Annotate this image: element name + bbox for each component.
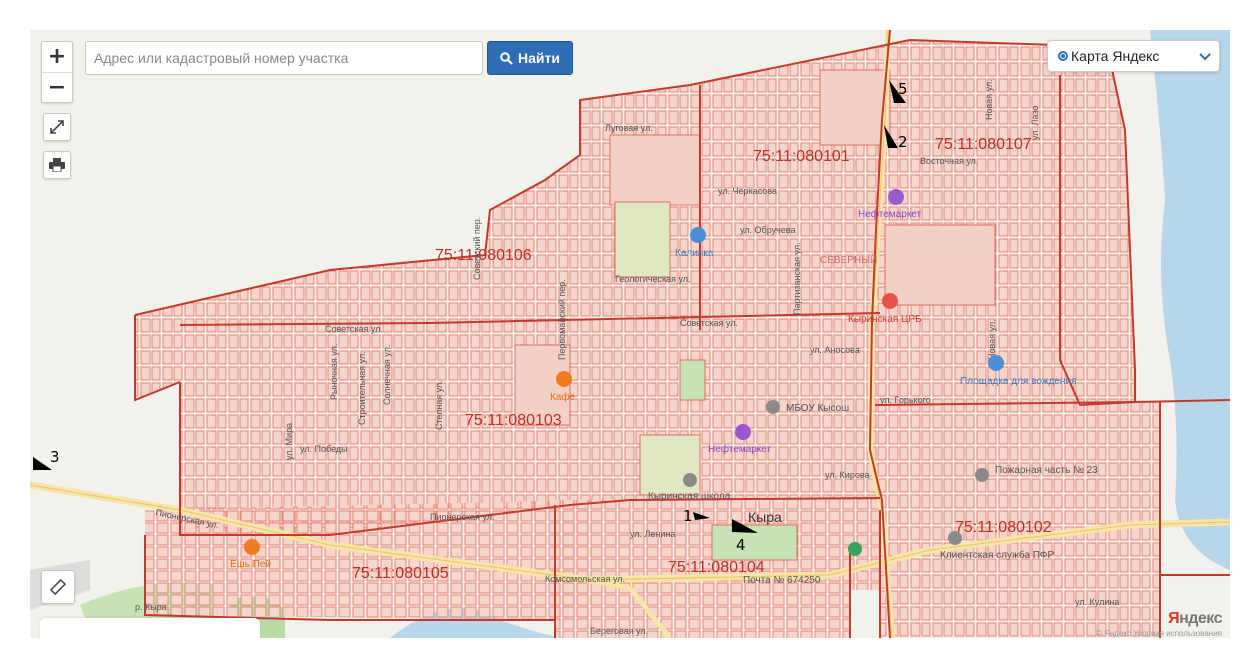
map-base: 75:11:080101 75:11:080107 75:11:080106 7… xyxy=(30,30,1230,638)
search-button-label: Найти xyxy=(518,50,560,66)
street-label: Рыночная ул. xyxy=(329,344,339,400)
fuel-icon xyxy=(735,424,751,440)
fuel-icon xyxy=(888,189,904,205)
cafe-icon xyxy=(244,539,260,555)
print-button[interactable] xyxy=(43,151,71,179)
street-label: Новая ул. xyxy=(987,319,997,360)
street-label: ул. Ленина xyxy=(630,529,675,539)
street-label: Пионерская ул. xyxy=(430,512,495,522)
street-label: Советский пер. xyxy=(472,217,482,280)
svg-text:Клиентская служба ПФР: Клиентская служба ПФР xyxy=(940,549,1055,561)
cadastral-label: 75:11:080102 xyxy=(955,519,1052,536)
cafe-icon xyxy=(556,371,572,387)
stadium-lot xyxy=(614,201,671,278)
school-icon xyxy=(683,473,697,487)
cadastral-label: 75:11:080104 xyxy=(668,559,765,576)
street-label: Солнечная ул. xyxy=(382,345,392,405)
cadastral-label: 75:11:080106 xyxy=(435,247,532,264)
street-label: ул. Аносова xyxy=(810,345,860,355)
svg-text:Площадка для вождения: Площадка для вождения xyxy=(960,376,1076,387)
large-lot xyxy=(609,134,701,206)
settlement-label: Кыра xyxy=(748,509,782,525)
svg-text:Кыринская школа: Кыринская школа xyxy=(648,491,731,502)
svg-text:Нефтемаркет: Нефтемаркет xyxy=(858,208,922,220)
office-icon xyxy=(948,531,962,545)
ruler-icon xyxy=(50,579,66,595)
river-water xyxy=(1150,30,1230,570)
search-input[interactable] xyxy=(85,41,483,75)
cadastral-label: 75:11:080103 xyxy=(465,412,562,429)
map-canvas[interactable]: 75:11:080101 75:11:080107 75:11:080106 7… xyxy=(30,30,1230,638)
street-label: ул. Черкасова xyxy=(718,186,777,196)
street-label: Геологическая ул. xyxy=(615,274,691,284)
street-label: ул. Мира xyxy=(284,423,294,460)
street-label: Луговая ул. xyxy=(605,123,653,133)
street-label: ул. Кулина xyxy=(1075,597,1119,607)
zoom-out-button[interactable]: − xyxy=(42,71,72,103)
street-label: ул. Горького xyxy=(880,395,931,405)
cadastral-label: 75:11:080101 xyxy=(753,148,850,165)
svg-text:2: 2 xyxy=(898,133,908,151)
svg-text:Кафе: Кафе xyxy=(550,391,576,403)
street-label: ул. Обручева xyxy=(740,225,796,235)
cadastral-label: 75:11:080107 xyxy=(935,136,1032,153)
expand-icon xyxy=(50,120,64,134)
street-label: ул. Лазо xyxy=(1030,106,1040,140)
street-label: Советская ул. xyxy=(325,324,383,334)
search-icon xyxy=(500,51,513,65)
yandex-logo: Яндекс xyxy=(1168,610,1222,627)
search-button[interactable]: Найти xyxy=(487,41,573,75)
svg-text:Кыринская ЦРБ: Кыринская ЦРБ xyxy=(848,314,922,325)
large-lot xyxy=(884,224,996,306)
svg-text:МБОУ Кысош: МБОУ Кысош xyxy=(786,403,849,414)
point-marker: 3 xyxy=(33,448,60,470)
fullscreen-button[interactable] xyxy=(43,113,71,141)
svg-text:Почта № 674250: Почта № 674250 xyxy=(743,575,821,586)
radio-selected-icon xyxy=(1058,51,1068,61)
school-icon xyxy=(766,400,780,414)
cadastral-label: 75:11:080105 xyxy=(352,565,449,582)
chevron-down-icon xyxy=(1199,48,1211,64)
svg-text:5: 5 xyxy=(898,80,908,98)
large-lot xyxy=(819,69,891,146)
street-label: Советская ул. xyxy=(680,318,738,328)
map-layer-select[interactable]: Карта Яндекс xyxy=(1047,40,1220,72)
copyright-text[interactable]: © Яндекс Условия использования xyxy=(1096,629,1222,638)
street-label: ул. Победы xyxy=(300,444,348,454)
street-label: Первомайский пер. xyxy=(557,279,567,360)
street-label: Степная ул. xyxy=(434,380,444,430)
printer-icon xyxy=(49,158,65,172)
svg-text:Ешь Пей: Ешь Пей xyxy=(230,559,271,570)
street-label: Строительная ул. xyxy=(357,351,367,425)
square-lot xyxy=(711,524,798,561)
hospital-icon xyxy=(882,293,898,309)
street-label: Новая ул. xyxy=(984,79,994,120)
svg-text:Нефтемаркет: Нефтемаркет xyxy=(708,443,772,455)
street-label: Комсомольская ул. xyxy=(545,574,625,584)
green-lot xyxy=(679,359,706,401)
post-icon xyxy=(848,542,862,556)
street-label: Береговая ул. xyxy=(590,626,648,636)
street-label: Партизанская ул. xyxy=(792,242,802,315)
district-label: СЕВЕРНЫЙ xyxy=(820,253,877,266)
shop-icon xyxy=(690,227,706,243)
street-label: ул. Кирова xyxy=(825,470,870,480)
river-label: р. Кыра xyxy=(135,602,167,612)
svg-text:1: 1 xyxy=(683,507,693,525)
zoom-in-button[interactable]: + xyxy=(42,42,72,72)
svg-text:Пожарная часть № 23: Пожарная часть № 23 xyxy=(995,465,1098,476)
map-layer-label: Карта Яндекс xyxy=(1071,48,1160,64)
car-icon xyxy=(988,355,1004,371)
street-label: Восточная ул. xyxy=(920,156,978,166)
fire-station-icon xyxy=(975,468,989,482)
ruler-button[interactable] xyxy=(41,570,75,604)
svg-text:Калинка: Калинка xyxy=(675,248,714,259)
svg-text:4: 4 xyxy=(736,536,746,554)
svg-text:3: 3 xyxy=(50,448,60,466)
bottom-panel xyxy=(40,618,260,638)
zoom-control: + − xyxy=(41,41,73,103)
